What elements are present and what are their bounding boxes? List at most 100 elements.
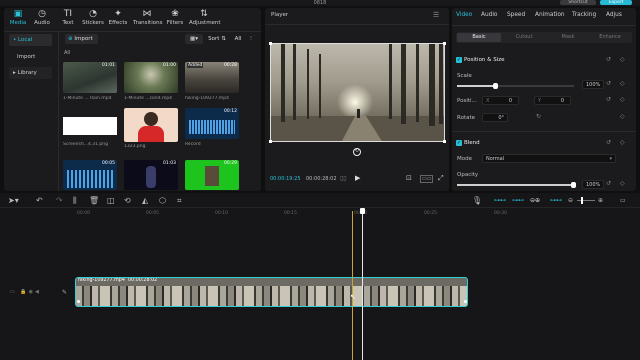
- freeze-icon[interactable]: ◫: [107, 197, 115, 205]
- zoom-knob[interactable]: [581, 197, 583, 204]
- reverse-icon[interactable]: ⟲: [124, 197, 131, 205]
- media-item-2[interactable]: 01:00: [124, 62, 178, 93]
- keyframe-icon[interactable]: ◇: [620, 139, 625, 146]
- import-button[interactable]: ⊕ Import: [65, 34, 98, 44]
- tab-video[interactable]: Video: [456, 12, 472, 18]
- filter-all-button[interactable]: All: [231, 34, 245, 44]
- tab-audio-props[interactable]: Audio: [481, 12, 497, 18]
- position-x-field[interactable]: X0: [482, 96, 519, 105]
- rotate-dial-icon[interactable]: ↻: [536, 113, 541, 120]
- tab-media[interactable]: ▣ Media: [6, 9, 30, 29]
- tab-tracking[interactable]: Tracking: [572, 12, 596, 18]
- select-tool-icon[interactable]: ➤▾: [8, 197, 19, 205]
- fit-icon[interactable]: ⊡: [406, 174, 412, 182]
- crop-icon[interactable]: ⌗: [177, 197, 182, 205]
- sort-button[interactable]: Sort ⇅: [205, 34, 229, 44]
- keyframe-icon[interactable]: ◇: [620, 180, 625, 187]
- scale-value-field[interactable]: 100%: [582, 80, 604, 89]
- keyframe-icon[interactable]: ◇: [620, 96, 625, 103]
- tab-audio[interactable]: ◷ Audio: [30, 9, 54, 29]
- sidebar-item-import[interactable]: Import: [9, 51, 52, 63]
- play-button[interactable]: ▶: [355, 174, 360, 182]
- reset-icon[interactable]: ↺: [606, 139, 611, 146]
- subtab-cutout[interactable]: Cutout: [502, 33, 546, 42]
- video-clip[interactable]: hiking-109277.mp4 00:00:28:02: [75, 277, 468, 307]
- media-item-4[interactable]: [63, 108, 117, 139]
- media-item-3[interactable]: Added 00:28: [185, 62, 239, 93]
- zoom-in-icon[interactable]: ⊕: [598, 197, 603, 205]
- fit-timeline-icon[interactable]: ▭: [620, 197, 626, 205]
- subtab-enhance[interactable]: Enhance: [588, 33, 632, 42]
- tab-text[interactable]: TI Text: [56, 9, 80, 29]
- mirror-icon[interactable]: ◭: [142, 197, 148, 205]
- cover-edit-icon[interactable]: ✎: [62, 289, 67, 296]
- preview-axis-icon[interactable]: ⊶⊷: [550, 197, 562, 205]
- timecode-toggle-icon[interactable]: ▯▯: [340, 175, 347, 182]
- reset-icon[interactable]: ↺: [606, 56, 611, 63]
- tab-transitions[interactable]: ⋈ Transitions: [133, 9, 162, 29]
- subtab-mask[interactable]: Mask: [546, 33, 590, 42]
- media-item-5[interactable]: [124, 108, 178, 142]
- zoom-out-icon[interactable]: ⊖: [568, 197, 573, 205]
- lock-icon[interactable]: 🔒: [20, 289, 28, 295]
- scale-slider-track[interactable]: [457, 83, 574, 89]
- ratio-icon[interactable]: ▭▭: [420, 175, 434, 183]
- audio-toggle-icon[interactable]: ◀: [35, 289, 41, 295]
- resize-handle[interactable]: [269, 42, 272, 45]
- undo-icon[interactable]: ↶: [36, 197, 43, 205]
- keyframe-icon[interactable]: ◇: [620, 113, 625, 120]
- resize-handle[interactable]: [443, 140, 446, 143]
- resize-handle[interactable]: [443, 42, 446, 45]
- view-toggle-button[interactable]: ▦▾: [185, 34, 203, 44]
- blend-checkbox[interactable]: ✓: [456, 140, 462, 146]
- position-y-field[interactable]: Y0: [534, 96, 571, 105]
- split-icon[interactable]: ⫼: [73, 197, 77, 205]
- export-button[interactable]: Export: [600, 0, 632, 5]
- playhead-handle[interactable]: [360, 208, 365, 214]
- reset-icon[interactable]: ↺: [606, 80, 611, 87]
- redo-icon[interactable]: ↷: [56, 197, 63, 205]
- video-preview[interactable]: [270, 43, 445, 142]
- playhead-line[interactable]: [362, 211, 363, 360]
- media-item-9[interactable]: 00:29: [185, 160, 239, 190]
- rotate-tool-icon[interactable]: ⬡: [159, 197, 166, 205]
- tab-speed[interactable]: Speed: [507, 12, 525, 18]
- tab-adjustment[interactable]: ⇅ Adjustment: [189, 9, 221, 29]
- opacity-slider-track[interactable]: [457, 182, 576, 188]
- tab-animation[interactable]: Animation: [535, 12, 565, 18]
- shortcut-button[interactable]: Shortcut: [560, 0, 596, 5]
- delete-icon[interactable]: 🗑: [89, 197, 99, 205]
- clip-handle-right[interactable]: [464, 300, 467, 303]
- keyframe-icon[interactable]: ◇: [620, 56, 625, 63]
- keyframe-icon[interactable]: ◇: [620, 80, 625, 87]
- scale-slider-knob[interactable]: [493, 83, 498, 89]
- auto-snap-icon[interactable]: ⊶⊷: [512, 197, 524, 205]
- opacity-slider-knob[interactable]: [571, 182, 576, 188]
- tab-filters[interactable]: ❀ Filters: [163, 9, 187, 29]
- tab-adjust[interactable]: Adjus: [606, 12, 622, 18]
- sidebar-item-library[interactable]: ▸ Library: [9, 67, 52, 79]
- reset-icon[interactable]: ↺: [606, 180, 611, 187]
- media-item-8[interactable]: 01:03: [124, 160, 178, 190]
- rotate-field[interactable]: 0°: [482, 113, 508, 122]
- filter-icon-button[interactable]: ⫶: [246, 34, 256, 44]
- fullscreen-icon[interactable]: ⤢: [438, 174, 444, 183]
- media-item-1[interactable]: 01:01: [63, 62, 117, 93]
- microphone-icon[interactable]: 🎙: [472, 197, 482, 205]
- linkage-icon[interactable]: ⊖⊕: [530, 197, 540, 205]
- position-size-checkbox[interactable]: ✓: [456, 57, 462, 63]
- clip-handle-left[interactable]: [77, 300, 80, 303]
- subtab-basic[interactable]: Basic: [457, 33, 501, 42]
- reset-icon[interactable]: ↺: [606, 96, 611, 103]
- player-menu-icon[interactable]: ☰: [433, 11, 439, 19]
- tab-stickers[interactable]: ◔ Stickers: [81, 9, 105, 29]
- tab-effects[interactable]: ✦ Effects: [106, 9, 130, 29]
- media-item-6[interactable]: 00:12: [185, 108, 239, 139]
- resize-handle[interactable]: [269, 140, 272, 143]
- rotate-handle-icon[interactable]: ↻: [353, 148, 361, 156]
- mode-select[interactable]: Normal ▾: [482, 154, 616, 163]
- media-item-7[interactable]: 00:05: [63, 160, 117, 190]
- opacity-value-field[interactable]: 100%: [582, 180, 604, 189]
- zoom-slider[interactable]: [577, 197, 595, 204]
- sidebar-item-local[interactable]: • Local: [9, 34, 52, 46]
